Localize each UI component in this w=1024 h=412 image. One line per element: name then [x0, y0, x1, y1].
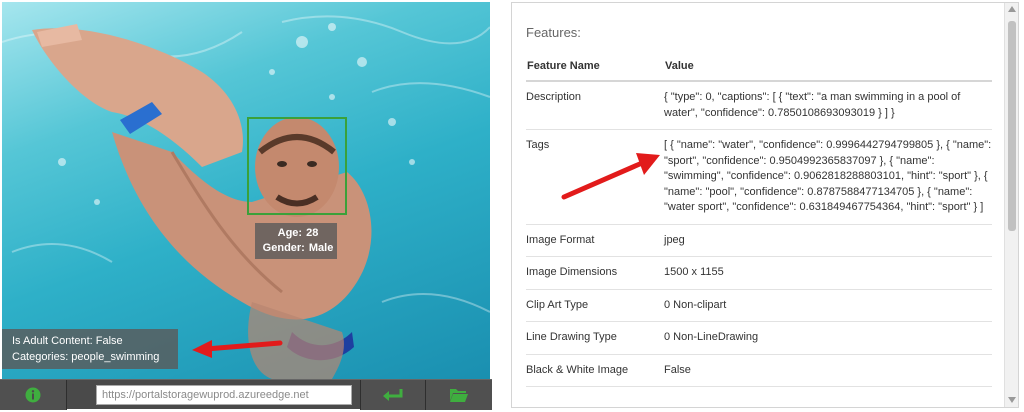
adult-content-text: Is Adult Content: False: [12, 335, 123, 347]
table-row: Image Dimensions 1500 x 1155: [526, 256, 992, 290]
image-url-input[interactable]: [96, 385, 352, 405]
table-row: Clip Art Type 0 Non-clipart: [526, 289, 992, 322]
scroll-up-icon[interactable]: [1008, 6, 1016, 12]
feature-value-cell: False: [664, 354, 992, 387]
feature-name-cell: Black & White Image: [526, 354, 664, 387]
gender-label: Gender:: [262, 242, 305, 254]
feature-name-cell: Line Drawing Type: [526, 321, 664, 355]
enter-arrow-icon: [383, 389, 403, 401]
face-label: Age: 28 Gender: Male: [255, 223, 337, 259]
age-value: 28: [306, 227, 319, 239]
image-panel: Age: 28 Gender: Male Is Adult Content: Fal…: [0, 0, 492, 412]
feature-value-header: Value: [664, 51, 992, 82]
table-row: Description { "type": 0, "captions": [ {…: [526, 81, 992, 130]
table-header-row: Feature Name Value: [526, 51, 992, 82]
categories-text: Categories: people_swimming: [12, 351, 160, 363]
feature-name-cell: Clip Art Type: [526, 289, 664, 322]
feature-name-cell: Image Dimensions: [526, 256, 664, 290]
feature-name-cell: Image Format: [526, 224, 664, 257]
gender-value: Male: [308, 242, 334, 254]
info-button[interactable]: [0, 380, 66, 410]
open-folder-icon: [450, 389, 468, 402]
image-toolbar: [0, 379, 492, 410]
feature-value-cell: jpeg: [664, 224, 992, 257]
face-detection-box: [247, 117, 347, 215]
scroll-down-icon[interactable]: [1008, 397, 1016, 403]
table-row: Black & White Image False: [526, 354, 992, 387]
submit-url-button[interactable]: [361, 380, 425, 410]
feature-value-cell: { "type": 0, "captions": [ { "text": "a …: [664, 81, 992, 130]
feature-name-cell: Description: [526, 81, 664, 130]
annotation-arrow-left: [192, 340, 283, 358]
feature-value-cell: 1500 x 1155: [664, 256, 992, 290]
features-title: Features:: [526, 25, 581, 40]
features-table: Feature Name Value Description { "type":…: [526, 51, 992, 387]
toolbar-divider: [66, 380, 67, 410]
gender-row: Gender: Male: [255, 241, 337, 256]
feature-value-cell: 0 Non-clipart: [664, 289, 992, 322]
analyzed-photo: Age: 28 Gender: Male: [2, 2, 490, 379]
table-row: Line Drawing Type 0 Non-LineDrawing: [526, 321, 992, 355]
swimmer-illustration: [2, 15, 490, 379]
feature-value-cell: 0 Non-LineDrawing: [664, 321, 992, 355]
annotation-arrow-tags: [561, 153, 660, 200]
image-summary-overlay: Is Adult Content: False Categories: peop…: [2, 329, 178, 369]
features-scrollbar[interactable]: [1004, 3, 1018, 407]
feature-value-cell: [ { "name": "water", "confidence": 0.999…: [664, 129, 992, 225]
feature-name-header: Feature Name: [526, 51, 664, 82]
features-panel: Features: Feature Name Value Description…: [511, 2, 1019, 408]
table-row: Image Format jpeg: [526, 224, 992, 257]
browse-file-button[interactable]: [426, 380, 492, 410]
scrollbar-thumb[interactable]: [1008, 21, 1016, 231]
age-label: Age:: [277, 227, 303, 239]
info-icon: [25, 387, 41, 403]
age-row: Age: 28: [255, 226, 337, 241]
